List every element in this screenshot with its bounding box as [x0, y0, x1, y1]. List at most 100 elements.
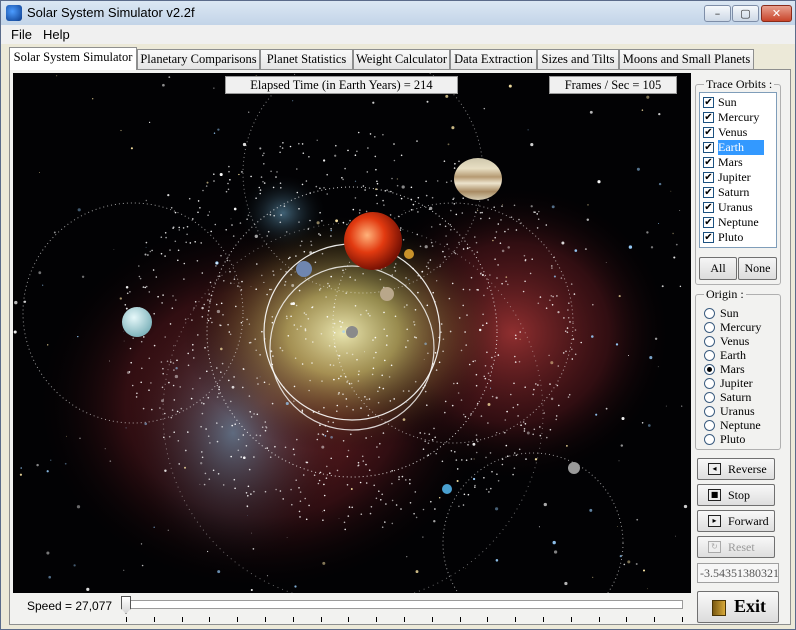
trace-item-sun[interactable]: ✔ Sun [702, 95, 776, 110]
tab-moons-and-small-planets[interactable]: Moons and Small Planets [619, 49, 754, 69]
checkbox-sun[interactable]: ✔ [703, 97, 714, 108]
trace-dot [376, 446, 378, 448]
trace-dot [245, 492, 248, 494]
trace-dot [177, 440, 180, 442]
trace-dot [507, 455, 509, 458]
star [291, 284, 295, 287]
stop-icon: ■ [708, 489, 721, 501]
simulation-view[interactable] [13, 73, 691, 593]
trace-dot [139, 277, 142, 280]
checkbox-jupiter[interactable]: ✔ [703, 172, 714, 183]
star [77, 208, 81, 212]
star [675, 243, 678, 246]
menu-file[interactable]: File [11, 27, 32, 42]
trace-dot [357, 461, 360, 464]
tab-weight-calculator[interactable]: Weight Calculator [353, 49, 450, 69]
checkbox-mars[interactable]: ✔ [703, 157, 714, 168]
trace-dot [376, 182, 379, 185]
speed-slider[interactable] [117, 595, 687, 623]
tab-sizes-and-tilts[interactable]: Sizes and Tilts [537, 49, 619, 69]
checkbox-neptune[interactable]: ✔ [703, 217, 714, 228]
trace-dot [303, 312, 306, 314]
star [646, 588, 648, 590]
trace-dot [389, 400, 392, 402]
trace-dot [271, 316, 274, 318]
trace-dot [326, 173, 329, 176]
trace-dot [532, 393, 534, 396]
trace-dot [410, 209, 413, 211]
trace-none-button[interactable]: None [738, 257, 777, 280]
trace-dot [453, 203, 456, 205]
trace-item-mercury[interactable]: ✔ Mercury [702, 110, 776, 125]
trace-dot [431, 245, 434, 247]
star [679, 285, 682, 288]
tab-data-extraction[interactable]: Data Extraction [450, 49, 537, 69]
trace-item-venus[interactable]: ✔ Venus [702, 125, 776, 140]
menu-help[interactable]: Help [43, 27, 70, 42]
trace-dot [466, 247, 469, 249]
trace-item-uranus[interactable]: ✔ Uranus [702, 200, 776, 215]
star [538, 210, 540, 213]
trace-dot [205, 428, 207, 430]
forward-button[interactable]: ▸ Forward [697, 510, 775, 532]
trace-item-earth[interactable]: ✔ Earth [702, 140, 776, 155]
trace-item-jupiter[interactable]: ✔ Jupiter [702, 170, 776, 185]
trace-dot [505, 444, 508, 447]
checkbox-mercury[interactable]: ✔ [703, 112, 714, 123]
checkbox-uranus[interactable]: ✔ [703, 202, 714, 213]
slider-tick [265, 617, 266, 622]
trace-dot [494, 258, 496, 260]
speed-slider-thumb[interactable] [121, 596, 131, 614]
trace-dot [227, 182, 229, 185]
tab-solar-system-simulator[interactable]: Solar System Simulator [9, 47, 137, 70]
exit-button[interactable]: Exit [697, 591, 779, 623]
trace-dot [425, 194, 428, 197]
star [616, 526, 618, 527]
trace-dot [323, 483, 325, 486]
trace-dot [234, 423, 236, 426]
trace-dot [453, 382, 455, 385]
trace-dot [282, 142, 284, 144]
trace-item-neptune[interactable]: ✔ Neptune [702, 215, 776, 230]
trace-dot [476, 288, 478, 291]
trace-dot [523, 254, 526, 257]
reverse-button[interactable]: ◂ Reverse [697, 458, 775, 480]
checkbox-venus[interactable]: ✔ [703, 127, 714, 138]
trace-dot [296, 168, 298, 170]
checkbox-pluto[interactable]: ✔ [703, 232, 714, 243]
trace-item-mars[interactable]: ✔ Mars [702, 155, 776, 170]
star [167, 194, 170, 197]
star [476, 209, 479, 212]
reset-button[interactable]: ↻ Reset [697, 536, 775, 558]
close-button[interactable]: ✕ [761, 5, 792, 22]
trace-dot [444, 411, 446, 414]
frames-per-second-readout: Frames / Sec = 105 [549, 76, 677, 94]
trace-dot [332, 364, 335, 367]
trace-dot [340, 375, 342, 378]
stop-button[interactable]: ■ Stop [697, 484, 775, 506]
trace-all-button[interactable]: All [699, 257, 737, 280]
maximize-button[interactable]: ▢ [732, 5, 759, 22]
trace-dot [314, 261, 317, 264]
trace-dot [333, 322, 336, 325]
trace-dot [485, 322, 488, 324]
tab-planetary-comparisons[interactable]: Planetary Comparisons [137, 49, 260, 69]
trace-dot [426, 404, 428, 407]
trace-orbits-list[interactable]: ✔ Sun ✔ Mercury ✔ Venus ✔ Earth ✔ Mars ✔ Jupit… [699, 92, 777, 248]
trace-dot [537, 384, 539, 386]
trace-dot [308, 389, 310, 392]
trace-dot [271, 402, 274, 405]
trace-dot [249, 411, 251, 413]
trace-item-pluto[interactable]: ✔ Pluto [702, 230, 776, 245]
minimize-button[interactable]: – [704, 5, 731, 22]
trace-dot [248, 395, 251, 397]
tab-planet-statistics[interactable]: Planet Statistics [260, 49, 353, 69]
trace-dot [465, 344, 468, 346]
trace-dot [253, 413, 255, 415]
trace-dot [374, 336, 377, 339]
star [175, 367, 178, 370]
trace-item-saturn[interactable]: ✔ Saturn [702, 185, 776, 200]
trace-dot [310, 240, 312, 243]
checkbox-saturn[interactable]: ✔ [703, 187, 714, 198]
checkbox-earth[interactable]: ✔ [703, 142, 714, 153]
